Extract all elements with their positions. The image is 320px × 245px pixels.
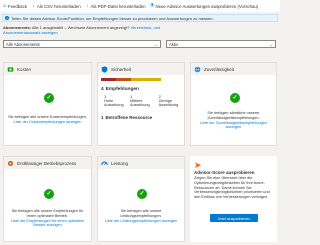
checkmark-icon: ✓ — [137, 189, 147, 199]
info-icon: i — [5, 16, 9, 20]
cost-recommendations-link[interactable]: Liste der Kostenempfehlungen anzeigen — [8, 120, 87, 125]
advisor-score-card: ➤ Advisor-Score ausprobieren Zeigen Sie … — [190, 156, 277, 242]
gear-icon — [8, 160, 13, 166]
security-card[interactable]: Sicherheit 4 Empfehlungen 1 Hohe Auswirk… — [97, 62, 185, 146]
checkmark-icon: ✓ — [44, 189, 54, 199]
advisor-score-description: Zeigen Sie eine Übersicht über die Optim… — [194, 176, 270, 200]
checkmark-icon: ✓ — [44, 93, 54, 103]
reliability-recommendations-link[interactable]: Liste der Zuverlässigkeitsempfehlungen a… — [195, 121, 272, 131]
feedback-icon: ☺ — [2, 2, 8, 9]
shield-icon — [101, 65, 108, 73]
status-dropdown[interactable]: Aktiv ⌄ — [166, 40, 276, 48]
advisor-score-title: Advisor-Score ausprobieren — [194, 170, 255, 175]
directory-link[interactable]: Verzeichnis- und — [131, 25, 161, 30]
cost-card[interactable]: Kosten ✓ Sie befolgen alle unsere Kosten… — [3, 62, 92, 146]
download-pdf-button[interactable]: ↓ Als PDF-Datei herunterladen — [85, 2, 146, 9]
feedback-button[interactable]: ☺ Feedback — [2, 2, 27, 9]
recommendations-count[interactable]: 4 Empfehlungen — [101, 87, 139, 92]
try-now-button[interactable]: Jetzt ausprobieren — [210, 214, 258, 222]
affected-resources[interactable]: 1 Betroffene Ressource — [101, 115, 152, 120]
download-icon: ↓ — [32, 2, 35, 9]
severity-high[interactable]: 1 Hohe Auswirkung — [101, 94, 127, 107]
try-preview-button[interactable]: ⚗ Neue Advisor-Auswertungen ausprobieren… — [149, 2, 258, 9]
severity-breakdown: 1 Hohe Auswirkung 1 Mittlere Auswirkung … — [101, 94, 185, 107]
info-banner-text: Teilen Sie diesen Advisor-Score/Funktion… — [11, 15, 214, 21]
flask-icon: ⚗ — [149, 2, 155, 9]
severity-medium[interactable]: 1 Mittlere Auswirkung — [127, 94, 156, 107]
card-header: Sicherheit — [98, 63, 184, 75]
globe-icon — [194, 66, 201, 72]
download-icon: ↓ — [85, 2, 89, 9]
command-bar: ☺ Feedback ↓ Als CSV herunterladen ↓ Als… — [0, 0, 280, 12]
operational-excellence-card[interactable]: Erstklassiger Betriebsprozess ✓ Sie befo… — [3, 156, 92, 242]
download-csv-button[interactable]: ↓ Als CSV herunterladen — [31, 2, 80, 9]
performance-card[interactable]: Leistung ✓ Sie befolgen alle unsere Leis… — [97, 156, 185, 242]
severity-bar — [101, 78, 161, 81]
chevron-down-icon: ⌄ — [269, 41, 273, 47]
subscription-dropdown[interactable]: Alle Abonnements ⌄ — [3, 40, 161, 48]
cost-icon — [7, 66, 14, 72]
severity-low[interactable]: 2 Geringe Auswirkung — [156, 94, 185, 107]
info-banner: i Teilen Sie diesen Advisor-Score/Funkti… — [2, 14, 278, 22]
card-header: Leistung — [98, 157, 184, 169]
card-header: Erstklassiger Betriebsprozess — [4, 157, 91, 169]
card-header: Zuverlässigkeit — [191, 63, 276, 75]
operational-recommendations-link[interactable]: Liste der Empfehlungen für einen optimal… — [8, 219, 87, 229]
performance-recommendations-link[interactable]: Liste der Leistungsempfehlungen anzeigen — [102, 219, 180, 224]
card-header: Kosten — [4, 63, 91, 75]
rocket-icon: ➤ — [194, 160, 202, 170]
subscription-filter-link[interactable]: Abonnementauswahl anzeigen — [3, 30, 58, 35]
checkmark-icon: ✓ — [230, 93, 240, 103]
chevron-down-icon: ⌄ — [154, 41, 158, 47]
reliability-card[interactable]: Zuverlässigkeit ✓ Sie befolgen sämtliche… — [190, 62, 277, 146]
gauge-icon — [101, 161, 108, 165]
